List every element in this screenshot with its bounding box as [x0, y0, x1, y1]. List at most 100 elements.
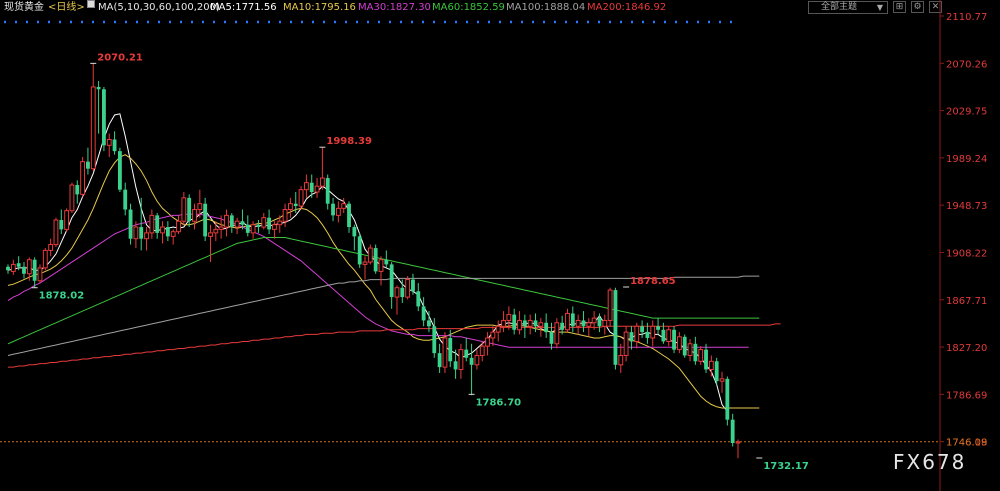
- candle-body: [192, 209, 197, 222]
- annotation-label: 1732.17: [763, 461, 809, 472]
- y-tick-label: 2070.26: [946, 59, 987, 70]
- candle-body: [272, 224, 277, 230]
- candle-body: [59, 220, 64, 230]
- candle-body: [485, 337, 490, 347]
- y-tick-label: 1867.71: [946, 296, 987, 307]
- candle-body: [197, 203, 203, 211]
- candle-body: [506, 314, 512, 321]
- candle-body: [218, 226, 224, 230]
- candle-body: [565, 312, 570, 331]
- candle-body: [32, 259, 37, 281]
- candle-body: [714, 361, 719, 382]
- candle-body: [629, 332, 634, 342]
- candle-body: [666, 329, 672, 342]
- candle-body: [384, 259, 389, 265]
- candle-body: [6, 266, 10, 271]
- candle-body: [661, 329, 666, 342]
- candle-body: [26, 259, 32, 275]
- candle-body: [735, 441, 741, 444]
- candle-body: [86, 161, 90, 169]
- candle-body: [613, 290, 618, 365]
- candle-body: [335, 207, 341, 216]
- candle-body: [560, 322, 565, 330]
- watermark: FX678: [893, 450, 967, 474]
- candle-body: [319, 177, 325, 187]
- annotation-label: 1878.02: [39, 291, 85, 302]
- candle-body: [411, 279, 415, 292]
- candle-body: [64, 210, 70, 230]
- candle-body: [719, 378, 725, 382]
- candle-body: [698, 349, 704, 362]
- candle-body: [400, 287, 405, 298]
- candle-body: [282, 209, 288, 222]
- candle-body: [544, 322, 549, 333]
- candle-body: [160, 226, 165, 234]
- y-tick-label: 1786.69: [946, 390, 987, 401]
- candle-body: [378, 259, 384, 272]
- candle-body: [538, 322, 544, 327]
- annotation-label: 1786.70: [476, 397, 522, 408]
- candlestick-chart: 2110.77 2070.26 2029.75 1989.24 1948.73 1908.…: [0, 0, 987, 491]
- candle-body: [490, 331, 496, 339]
- candle-body: [453, 361, 458, 370]
- candle-body: [213, 228, 219, 234]
- candle-body: [458, 349, 464, 370]
- candle-body: [42, 249, 48, 269]
- candle-body: [650, 325, 656, 339]
- candle-body: [123, 189, 128, 210]
- candle-body: [208, 232, 213, 237]
- candle-body: [704, 349, 708, 370]
- candle-body: [479, 345, 485, 356]
- candle-body: [676, 336, 682, 351]
- y-tick-label: 1908.22: [946, 248, 987, 259]
- candle-body: [48, 244, 54, 251]
- candle-body: [427, 320, 431, 327]
- candle-body: [656, 326, 660, 330]
- candle-body: [570, 313, 575, 327]
- y-tick-label: 2029.75: [946, 107, 987, 118]
- candle-body: [176, 220, 181, 233]
- candle-body: [474, 354, 480, 366]
- candle-body: [527, 319, 533, 327]
- candle-body: [362, 261, 368, 265]
- candle-body: [405, 279, 411, 298]
- candle-body: [80, 161, 86, 195]
- y-tick-label: 1989.24: [946, 154, 987, 165]
- candle-body: [261, 217, 267, 228]
- candle-body: [389, 264, 394, 298]
- candle-body: [309, 182, 314, 193]
- candle-body: [106, 138, 112, 146]
- candle-body: [267, 217, 272, 230]
- candle-body: [730, 419, 735, 444]
- candle-body: [618, 354, 624, 366]
- candle-body: [581, 320, 586, 327]
- candle-body: [287, 203, 293, 211]
- candle-body: [250, 224, 256, 234]
- candle-body: [549, 332, 554, 344]
- candle-body: [597, 318, 602, 327]
- ma5-line: [7, 113, 728, 412]
- candle-body: [464, 349, 469, 358]
- candle-body: [117, 151, 122, 190]
- y-tick-label: 1827.20: [946, 343, 987, 354]
- candle-body: [298, 189, 304, 207]
- candle-body: [16, 263, 21, 267]
- annotation-label: 2070.21: [97, 52, 143, 63]
- current-price-label: 1746.09: [946, 438, 987, 449]
- candle-body: [314, 185, 320, 193]
- candle-body: [181, 197, 187, 222]
- candle-body: [432, 326, 437, 354]
- candle-body: [623, 331, 629, 356]
- annotation-label: 1998.39: [326, 136, 372, 147]
- candle-body: [693, 343, 698, 362]
- candle-body: [442, 337, 448, 368]
- candle-body: [501, 319, 506, 327]
- candle-body: [96, 86, 101, 90]
- candle-body: [554, 322, 560, 345]
- candle-body: [725, 378, 730, 420]
- candle-body: [645, 332, 650, 338]
- candle-body: [165, 227, 170, 237]
- candle-body: [682, 336, 687, 356]
- candle-body: [517, 319, 522, 331]
- candle-body: [101, 89, 106, 146]
